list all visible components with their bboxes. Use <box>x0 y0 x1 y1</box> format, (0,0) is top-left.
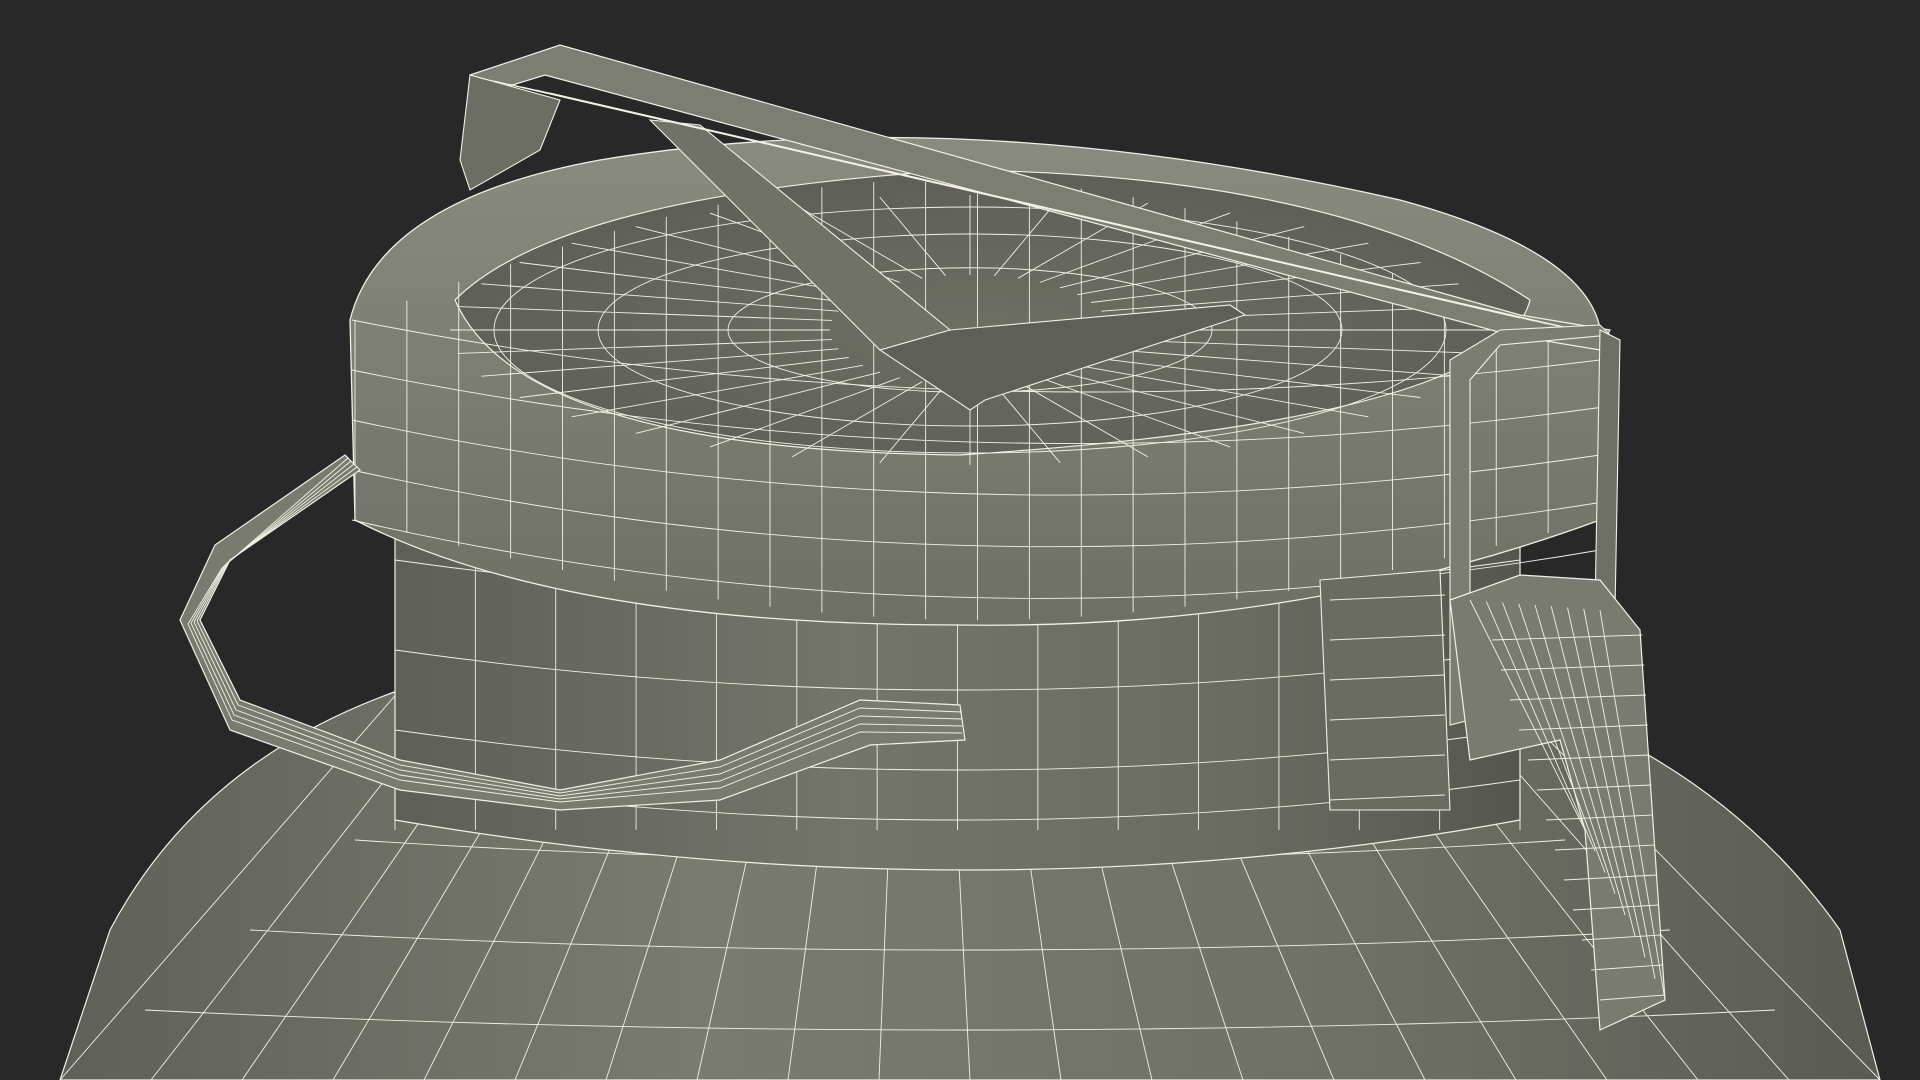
wireframe-scene <box>59 44 1881 1080</box>
render-viewport <box>0 0 1920 1080</box>
